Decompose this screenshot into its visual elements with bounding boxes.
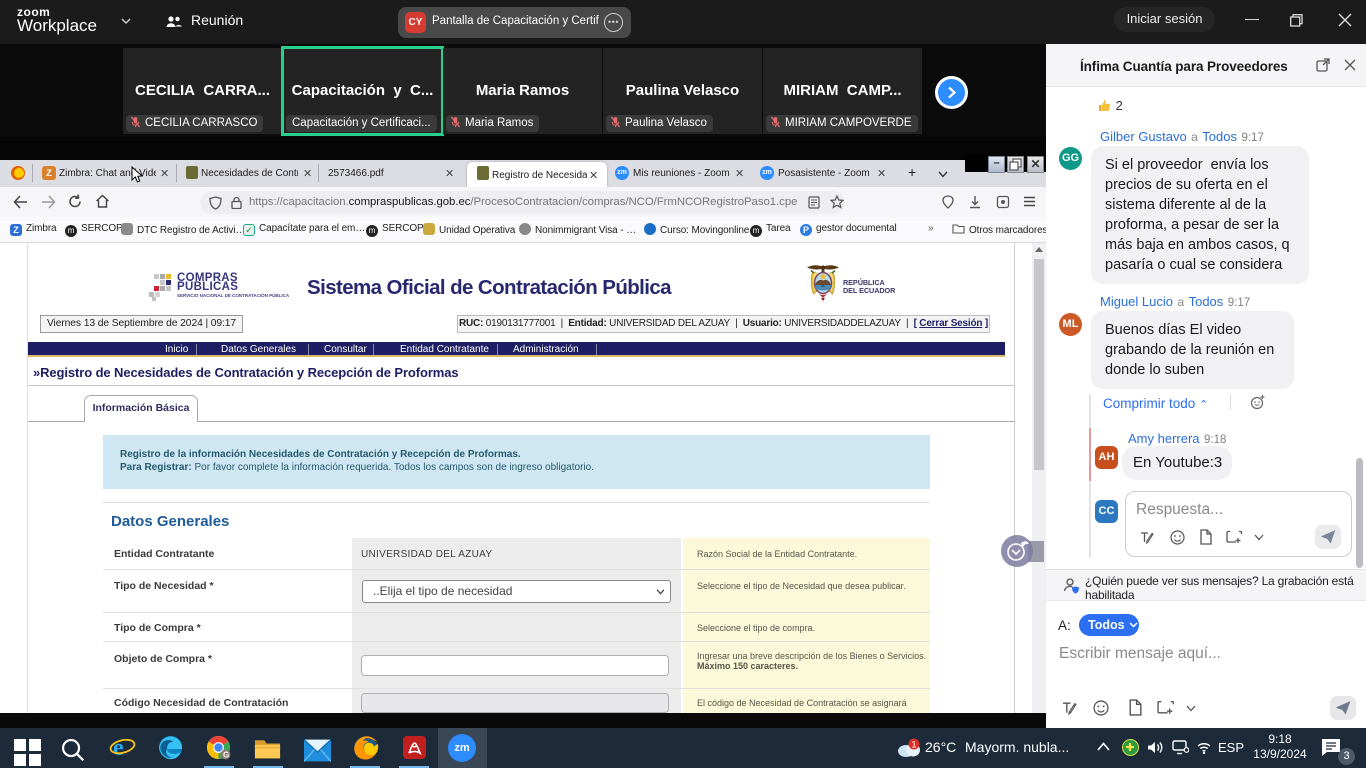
svg-text:G: G (223, 751, 229, 760)
svg-text:1: 1 (912, 740, 917, 750)
svg-text:e: e (113, 735, 124, 761)
